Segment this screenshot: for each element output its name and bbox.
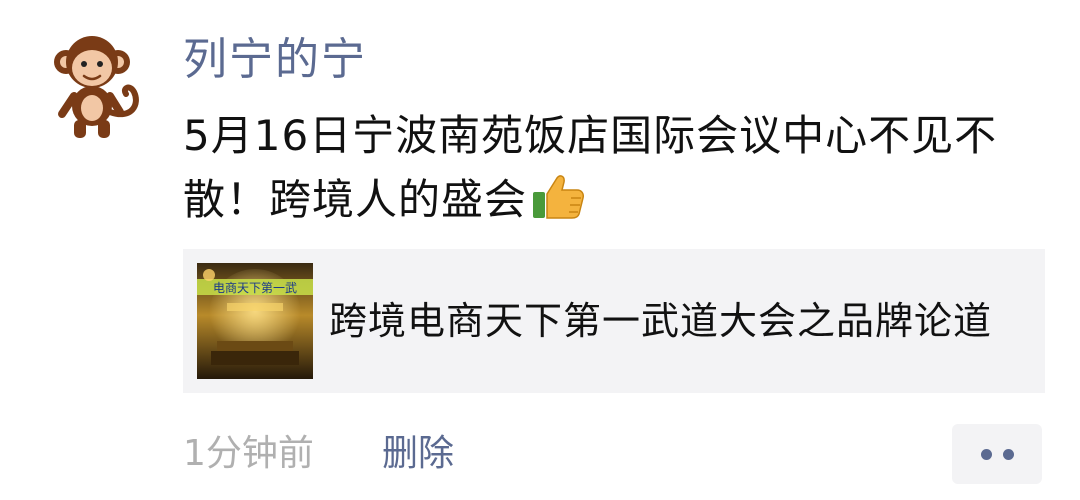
thumb-caption: 电商天下第一武 <box>213 280 297 295</box>
avatar[interactable] <box>40 28 152 140</box>
thumbs-up-icon <box>531 174 585 220</box>
link-title: 跨境电商天下第一武道大会之品牌论道 <box>329 299 993 343</box>
post-text: 5月16日宁波南苑饭店国际会议中心不见不散！跨境人的盛会 <box>183 104 1033 232</box>
monkey-avatar-icon <box>54 36 139 138</box>
post-text-content: 5月16日宁波南苑饭店国际会议中心不见不散！跨境人的盛会 <box>183 111 998 224</box>
more-dots-icon <box>981 449 992 460</box>
shared-link-card[interactable]: 电商天下第一武 跨境电商天下第一武道大会之品牌论道 <box>183 249 1045 393</box>
author-name[interactable]: 列宁的宁 <box>183 30 367 90</box>
post-timestamp: 1分钟前 <box>183 433 314 474</box>
more-dots-icon <box>1003 449 1014 460</box>
link-thumbnail: 电商天下第一武 <box>197 263 313 379</box>
more-options-button[interactable] <box>952 424 1042 484</box>
delete-button[interactable]: 删除 <box>382 428 454 480</box>
